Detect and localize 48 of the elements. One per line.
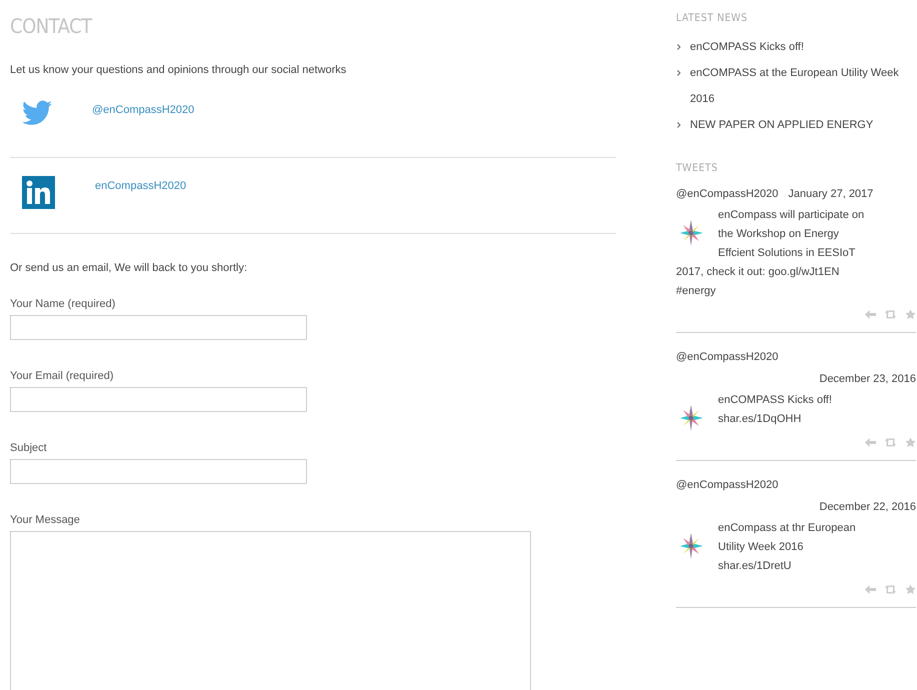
field-label: Your Email (required) — [10, 370, 115, 382]
news-link[interactable]: NEW PAPER ON APPLIED ENERGY — [690, 112, 874, 138]
message-field[interactable] — [10, 531, 531, 690]
page-title: CONTACT — [10, 14, 94, 38]
tweet-text-line: enCompass at thr European — [718, 521, 856, 536]
intro-text: Let us know your questions and opinions through our social networks — [10, 64, 348, 76]
section-heading: TWEETS — [676, 162, 719, 174]
input-field[interactable] — [10, 459, 307, 484]
tweet-text-line: enCOMPASS Kicks off! — [718, 393, 832, 408]
tweet-text-line: shar.es/1DretU — [718, 559, 792, 574]
reply-icon[interactable] — [865, 585, 876, 594]
tweet-date: December 22, 2016 — [819, 500, 916, 515]
tweet-text-line: 2017, check it out: goo.gl/wJt1EN — [676, 265, 840, 280]
chevron-icon — [677, 70, 681, 76]
email-intro-text: Or send us an email, We will back to you shortly: — [10, 262, 248, 274]
star-icon[interactable] — [905, 584, 916, 595]
news-link[interactable]: enCOMPASS at the European Utility Week 2016 — [690, 60, 916, 112]
tweet-date: January 27, 2017 — [788, 187, 874, 202]
tweet-text-line: shar.es/1DqOHH — [718, 412, 802, 427]
star-icon[interactable] — [905, 309, 916, 320]
tweet-text-line: Utility Week 2016 — [718, 540, 804, 555]
social-link[interactable]: @enCompassH2020 — [92, 104, 194, 116]
retweet-icon[interactable] — [884, 310, 897, 319]
reply-icon[interactable] — [865, 438, 876, 447]
reply-icon[interactable] — [865, 310, 876, 319]
tweet-date: December 23, 2016 — [819, 372, 916, 387]
tweet-author[interactable]: @enCompassH2020 — [676, 184, 778, 204]
field-label: Your Message — [10, 514, 81, 526]
tweet-author[interactable]: @enCompassH2020 — [676, 475, 778, 495]
tweet-text-line: Effcient Solutions in EESIoT — [718, 246, 856, 261]
input-field[interactable] — [10, 315, 307, 340]
tweet-text-line: #energy — [676, 284, 716, 299]
social-link[interactable]: enCompassH2020 — [95, 180, 186, 192]
tweet-author[interactable]: @enCompassH2020 — [676, 347, 778, 367]
section-heading: LATEST NEWS — [676, 12, 749, 24]
linkedin-icon — [22, 176, 55, 209]
bird-icon — [22, 100, 52, 126]
chevron-icon — [677, 44, 681, 50]
field-label: Your Name (required) — [10, 298, 116, 310]
star-icon[interactable] — [905, 437, 916, 448]
news-link[interactable]: enCOMPASS Kicks off! — [690, 34, 804, 60]
tweet-text-line: the Workshop on Energy — [718, 227, 839, 242]
chevron-icon — [677, 122, 681, 128]
field-label: Subject — [10, 442, 48, 454]
retweet-icon[interactable] — [884, 438, 897, 447]
input-field[interactable] — [10, 387, 307, 412]
tweet-text-line: enCompass will participate on — [718, 208, 864, 223]
retweet-icon[interactable] — [884, 585, 897, 594]
